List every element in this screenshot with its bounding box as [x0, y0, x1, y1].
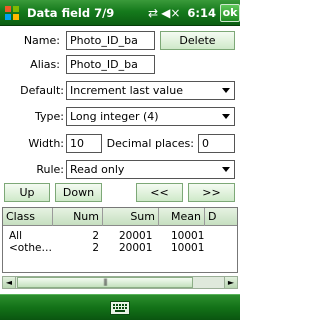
decimal-places-input[interactable]: 0 — [198, 134, 235, 153]
column-header-sum[interactable]: Sum — [103, 208, 159, 226]
table-header: Class Num Sum Mean D — [3, 208, 237, 226]
horizontal-scrollbar[interactable]: ◄ ||| ► — [2, 276, 238, 289]
type-select[interactable]: Long integer (4) — [66, 107, 235, 126]
alias-input[interactable]: Photo_ID_ba — [66, 55, 155, 74]
down-button[interactable]: Down — [55, 183, 102, 202]
rule-label: Rule: — [36, 163, 64, 176]
name-label: Name: — [23, 34, 60, 47]
chevron-down-icon — [222, 88, 230, 93]
windows-start-icon[interactable] — [3, 4, 21, 22]
table-row[interactable]: All 2 20001 10001 — [3, 230, 237, 242]
name-input[interactable]: Photo_ID_ba — [66, 31, 155, 50]
cell-num: 2 — [92, 230, 99, 242]
title-bar: Data field 7/9 ⇄ ◀× 6:14 ok — [0, 0, 240, 26]
chevron-down-icon — [222, 114, 230, 119]
scroll-thumb[interactable]: ||| — [17, 277, 193, 288]
connectivity-icon[interactable]: ⇄ — [148, 7, 158, 19]
cell-class: All — [9, 230, 23, 242]
rule-select[interactable]: Read only — [66, 160, 235, 179]
scroll-right-icon[interactable]: ► — [224, 277, 237, 288]
cell-mean: 10001 — [171, 242, 205, 254]
window-title: Data field 7/9 — [27, 5, 115, 20]
volume-icon[interactable]: ◀× — [161, 7, 180, 19]
type-label: Type: — [35, 110, 64, 123]
cell-class: <othe… — [9, 242, 52, 254]
ok-button[interactable]: ok — [220, 3, 240, 22]
cell-sum: 20001 — [119, 242, 153, 254]
keyboard-icon[interactable] — [110, 301, 130, 315]
clock[interactable]: 6:14 — [187, 6, 216, 20]
cell-sum: 20001 — [119, 230, 153, 242]
default-select-value: Increment last value — [70, 84, 183, 97]
default-label: Default: — [20, 84, 64, 97]
width-input[interactable]: 10 — [66, 134, 102, 153]
width-label: Width: — [28, 137, 64, 150]
previous-button[interactable]: << — [136, 183, 183, 202]
delete-button[interactable]: Delete — [160, 31, 235, 50]
scroll-left-icon[interactable]: ◄ — [3, 277, 16, 288]
next-button[interactable]: >> — [188, 183, 235, 202]
bottom-menu-bar — [0, 294, 240, 320]
chevron-down-icon — [222, 167, 230, 172]
field-form: Name: Photo_ID_ba Delete Alias: Photo_ID… — [0, 27, 240, 179]
cell-num: 2 — [92, 242, 99, 254]
statistics-table[interactable]: Class Num Sum Mean D All 2 20001 10001 <… — [2, 207, 238, 273]
up-button[interactable]: Up — [4, 183, 50, 202]
navigation-row: Up Down << >> — [0, 183, 240, 203]
column-header-class[interactable]: Class — [3, 208, 53, 226]
alias-label: Alias: — [30, 58, 60, 71]
type-select-value: Long integer (4) — [70, 110, 159, 123]
column-header-mean[interactable]: Mean — [159, 208, 205, 226]
column-header-d[interactable]: D — [205, 208, 237, 226]
rule-select-value: Read only — [70, 163, 125, 176]
column-header-num[interactable]: Num — [53, 208, 103, 226]
table-row[interactable]: <othe… 2 20001 10001 — [3, 242, 237, 254]
decimal-places-label: Decimal places: — [106, 137, 194, 150]
default-select[interactable]: Increment last value — [66, 81, 235, 100]
cell-mean: 10001 — [171, 230, 205, 242]
